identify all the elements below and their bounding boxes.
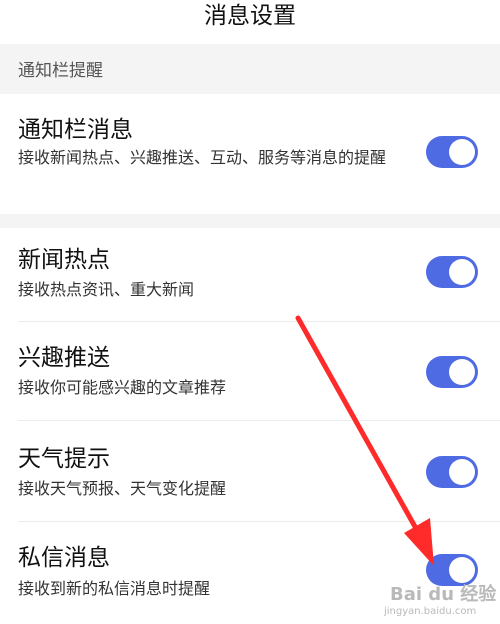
arrow-shaft — [295, 315, 421, 535]
watermark-url: jingyan.baidu.com — [384, 606, 477, 617]
watermark-text: Bai du 经验 — [390, 584, 497, 605]
baidu-watermark: Bai du 经验 jingyan.baidu.com — [370, 576, 498, 624]
arrow-head — [404, 518, 434, 566]
red-arrow-annotation — [295, 315, 434, 566]
